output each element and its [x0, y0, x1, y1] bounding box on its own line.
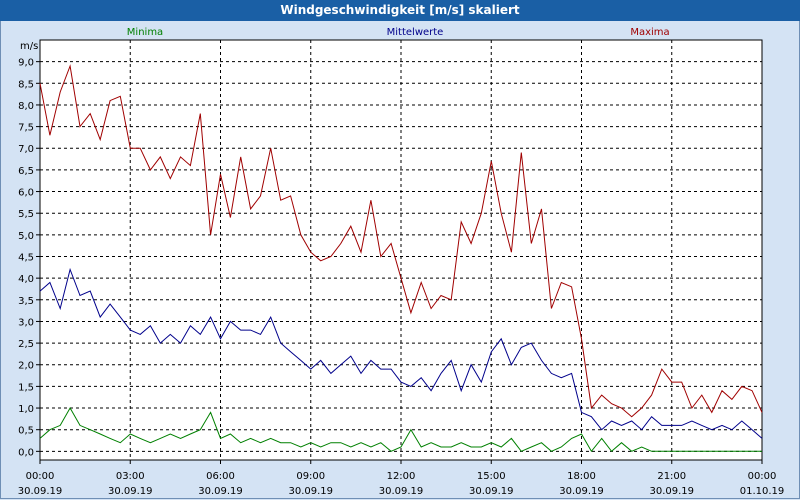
y-tick-label: 3,5 [18, 296, 34, 307]
legend-item-maxima: Maxima [630, 27, 669, 38]
y-tick-label: 4,5 [18, 252, 34, 263]
y-axis-label: m/s [20, 41, 38, 52]
y-tick-label: 0,0 [18, 447, 34, 458]
y-tick-label: 1,0 [18, 404, 34, 415]
x-tick-time: 03:00 [116, 471, 145, 482]
x-tick-time: 09:00 [296, 471, 325, 482]
legend-item-mittelwerte: Mittelwerte [387, 27, 444, 38]
wind-speed-chart: m/s 9,0 8,5 8,0 7,5 7,0 6,5 6,0 5,5 5,0 4,5 4,0 3,5… [18, 27, 785, 497]
x-tick-time: 00:00 [748, 471, 777, 482]
y-tick-label: 8,0 [18, 101, 34, 112]
x-tick-date: 30.09.19 [18, 486, 63, 497]
legend: Minima Mittelwerte Maxima [127, 27, 670, 38]
x-tick-time: 18:00 [567, 471, 596, 482]
y-tick-label: 9,0 [18, 58, 34, 69]
x-tick-date: 30.09.19 [559, 486, 604, 497]
x-tick-time: 00:00 [26, 471, 55, 482]
x-tick-date: 30.09.19 [288, 486, 333, 497]
x-tick-time: 12:00 [387, 471, 416, 482]
x-tick-labels: 00:00 30.09.19 03:00 30.09.19 06:00 30.09.19 0… [18, 471, 785, 497]
y-tick-label: 2,0 [18, 361, 34, 372]
x-tick-time: 21:00 [657, 471, 686, 482]
legend-item-minima: Minima [127, 27, 163, 38]
y-tick-label: 5,0 [18, 231, 34, 242]
x-tick-date: 30.09.19 [649, 486, 694, 497]
y-tick-label: 4,0 [18, 274, 34, 285]
y-tick-label: 1,5 [18, 382, 34, 393]
y-tick-label: 3,0 [18, 317, 34, 328]
x-tick-date: 01.10.19 [740, 486, 785, 497]
x-tick-date: 30.09.19 [198, 486, 243, 497]
x-tick-time: 15:00 [477, 471, 506, 482]
x-tick-date: 30.09.19 [469, 486, 514, 497]
y-tick-labels: 9,0 8,5 8,0 7,5 7,0 6,5 6,0 5,5 5,0 4,5 4,0 3,5 3,0 2… [18, 58, 34, 459]
y-tick-label: 6,5 [18, 166, 34, 177]
y-tick-label: 7,0 [18, 144, 34, 155]
y-tick-label: 8,5 [18, 79, 34, 90]
y-tick-label: 5,5 [18, 209, 34, 220]
x-tick-date: 30.09.19 [108, 486, 153, 497]
x-tick-time: 06:00 [206, 471, 235, 482]
y-tick-label: 6,0 [18, 188, 34, 199]
y-tick-label: 2,5 [18, 339, 34, 350]
x-tick-date: 30.09.19 [379, 486, 424, 497]
y-tick-label: 0,5 [18, 426, 34, 437]
y-tick-label: 7,5 [18, 123, 34, 134]
